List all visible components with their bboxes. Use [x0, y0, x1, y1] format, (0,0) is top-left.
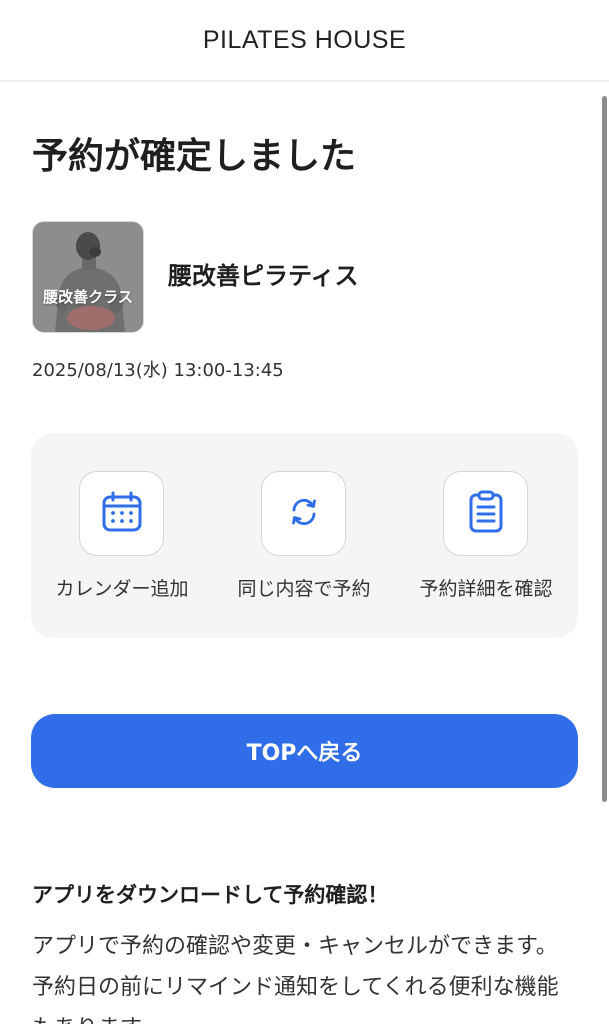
view-details-button[interactable] — [443, 471, 528, 556]
app-promo-heading: アプリをダウンロードして予約確認！ — [32, 883, 389, 907]
thumbnail-photo — [33, 222, 143, 332]
app-header: PILATES HOUSE — [0, 0, 609, 82]
rebook-same-action[interactable]: 同じ内容で予約 — [213, 471, 395, 621]
add-calendar-label: カレンダー追加 — [55, 578, 189, 600]
class-thumbnail: 腰改善クラス — [32, 221, 144, 333]
brand-name: PILATES HOUSE — [202, 25, 407, 54]
back-to-top-button[interactable]: TOPへ戻る — [31, 714, 578, 788]
clipboard-list-icon — [466, 490, 506, 538]
rebook-same-button[interactable] — [261, 471, 346, 556]
refresh-icon — [286, 494, 322, 534]
page-title: 予約が確定しました — [32, 136, 357, 177]
class-name: 腰改善ピラティス — [168, 262, 359, 290]
view-details-action[interactable]: 予約詳細を確認 — [395, 471, 577, 621]
add-calendar-button[interactable] — [79, 471, 164, 556]
rebook-same-label: 同じ内容で予約 — [237, 578, 371, 600]
thumbnail-label: 腰改善クラス — [43, 288, 133, 306]
view-details-label: 予約詳細を確認 — [419, 578, 553, 600]
app-promo-text: アプリで予約の確認や変更・キャンセルができます。予約日の前にリマインド通知をして… — [32, 934, 559, 1024]
calendar-icon — [100, 490, 144, 538]
reservation-confirmed-page: PILATES HOUSE 予約が確定しました 腰改善クラス 腰改善ピラティス … — [0, 0, 609, 1024]
add-calendar-action[interactable]: カレンダー追加 — [31, 471, 213, 621]
actions-panel: カレンダー追加 同じ内容で予約 予約詳細を確認 — [31, 433, 578, 638]
scrollbar[interactable] — [602, 96, 607, 802]
reservation-datetime: 2025/08/13(水) 13:00-13:45 — [32, 360, 284, 381]
